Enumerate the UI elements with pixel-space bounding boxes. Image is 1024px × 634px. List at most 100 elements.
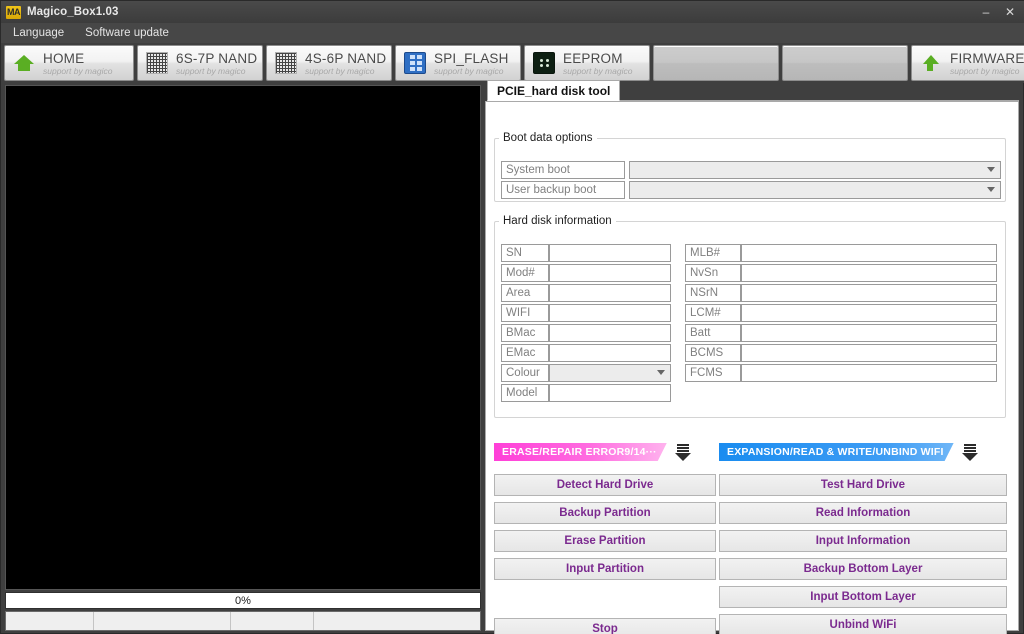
field-input-bmac[interactable]	[549, 324, 671, 342]
toolbar-button-title: EEPROM	[563, 50, 623, 66]
home-icon	[13, 52, 35, 74]
download-arrow-icon-left[interactable]	[673, 442, 693, 462]
field-input-sn[interactable]	[549, 244, 671, 262]
field-input-nvsn[interactable]	[741, 264, 997, 282]
field-input-mlb[interactable]	[741, 244, 997, 262]
toolbar-button-subtitle: support by magico	[176, 65, 246, 76]
field-input-model[interactable]	[549, 384, 671, 402]
field-row-sn: SN	[501, 244, 671, 262]
field-input-lcm[interactable]	[741, 304, 997, 322]
boot-data-options-legend: Boot data options	[503, 132, 593, 144]
detect-hard-drive-button[interactable]: Detect Hard Drive	[494, 474, 716, 496]
field-select-colour[interactable]	[549, 364, 671, 382]
backup-partition-button[interactable]: Backup Partition	[494, 502, 716, 524]
toolbar-button-title: 6S-7P NAND	[176, 50, 258, 66]
field-row-nsrn: NSrN	[685, 284, 997, 302]
toolbar-button-subtitle: support by magico	[563, 65, 633, 76]
toolbar-button-subtitle: support by magico	[305, 65, 375, 76]
toolbar-button-6s-7p-nand[interactable]: 6S-7P NAND support by magico	[137, 45, 263, 81]
field-label-emac: EMac	[501, 344, 549, 362]
field-label-nvsn: NvSn	[685, 264, 741, 282]
menu-software-update[interactable]: Software update	[76, 25, 178, 41]
nand-grid-icon	[275, 52, 297, 74]
status-cell-3	[231, 612, 314, 630]
field-input-emac[interactable]	[549, 344, 671, 362]
boot-data-options-group: Boot data options System boot User backup…	[494, 132, 1006, 202]
tab-strip: PCIE_hard disk tool	[485, 80, 1019, 102]
banner-erase-repair[interactable]: ERASE/REPAIR ERROR9/14···	[494, 443, 667, 461]
boot-row-user-backup-boot: User backup boot	[501, 181, 1001, 199]
status-cell-4	[314, 612, 480, 630]
up-arrow-icon	[920, 52, 942, 74]
field-input-area[interactable]	[549, 284, 671, 302]
toolbar-button-4s-6p-nand[interactable]: 4S-6P NAND support by magico	[266, 45, 392, 81]
field-input-batt[interactable]	[741, 324, 997, 342]
device-preview-area	[5, 85, 481, 590]
close-icon[interactable]: ✕	[999, 3, 1021, 21]
tab-strip-filler	[620, 81, 1019, 101]
app-logo-icon: MA	[6, 5, 21, 19]
toolbar-button-title: SPI_FLASH	[434, 50, 509, 66]
field-row-area: Area	[501, 284, 671, 302]
toolbar-button-eeprom[interactable]: EEPROM support by magico	[524, 45, 650, 81]
user-backup-boot-select[interactable]	[629, 181, 1001, 199]
field-input-nsrn[interactable]	[741, 284, 997, 302]
field-label-wifi: WIFI	[501, 304, 549, 322]
system-boot-select[interactable]	[629, 161, 1001, 179]
field-input-fcms[interactable]	[741, 364, 997, 382]
test-hard-drive-button[interactable]: Test Hard Drive	[719, 474, 1007, 496]
menu-bar: Language Software update	[1, 23, 1024, 43]
status-cell-2	[94, 612, 231, 630]
chip-dark-icon	[533, 52, 555, 74]
erase-partition-button[interactable]: Erase Partition	[494, 530, 716, 552]
input-information-button[interactable]: Input Information	[719, 530, 1007, 552]
field-row-nvsn: NvSn	[685, 264, 997, 282]
field-row-wifi: WIFI	[501, 304, 671, 322]
field-label-area: Area	[501, 284, 549, 302]
field-row-batt: Batt	[685, 324, 997, 342]
progress-bar-label: 0%	[235, 594, 251, 607]
field-row-emac: EMac	[501, 344, 671, 362]
chip-blue-icon	[404, 52, 426, 74]
field-label-sn: SN	[501, 244, 549, 262]
toolbar-button-firmware[interactable]: FIRMWARE support by magico	[911, 45, 1024, 81]
backup-bottom-layer-button[interactable]: Backup Bottom Layer	[719, 558, 1007, 580]
menu-language[interactable]: Language	[4, 25, 73, 41]
input-partition-button[interactable]: Input Partition	[494, 558, 716, 580]
toolbar-button-home[interactable]: HOME support by magico	[4, 45, 134, 81]
banner-erase-repair-row: ERASE/REPAIR ERROR9/14···	[494, 442, 693, 462]
field-label-colour: Colour	[501, 364, 549, 382]
field-label-lcm: LCM#	[685, 304, 741, 322]
field-row-fcms: FCMS	[685, 364, 997, 382]
read-information-button[interactable]: Read Information	[719, 502, 1007, 524]
progress-bar: 0%	[5, 592, 481, 609]
field-input-mod[interactable]	[549, 264, 671, 282]
banner-expansion-row: EXPANSION/READ & WRITE/UNBIND WIFI	[719, 442, 980, 462]
field-row-model: Model	[501, 384, 671, 402]
boot-row-system-boot: System boot	[501, 161, 1001, 179]
hard-disk-information-legend: Hard disk information	[503, 215, 612, 227]
hard-disk-information-group: Hard disk information SN Mod# Area WIFI BMac…	[494, 215, 1006, 418]
field-input-wifi[interactable]	[549, 304, 671, 322]
toolbar-button-empty-6[interactable]	[782, 45, 908, 81]
toolbar-button-subtitle: support by magico	[950, 65, 1020, 76]
field-input-bcms[interactable]	[741, 344, 997, 362]
download-arrow-icon-right[interactable]	[960, 442, 980, 462]
status-bar	[5, 611, 481, 631]
field-row-bcms: BCMS	[685, 344, 997, 362]
tab-pcie-hard-disk-tool[interactable]: PCIE_hard disk tool	[487, 80, 621, 101]
system-boot-label: System boot	[501, 161, 625, 179]
unbind-wifi-button[interactable]: Unbind WiFi	[719, 614, 1007, 634]
toolbar-button-empty-5[interactable]	[653, 45, 779, 81]
toolbar-button-title: HOME	[43, 50, 85, 66]
field-label-batt: Batt	[685, 324, 741, 342]
minimize-icon[interactable]: –	[975, 3, 997, 21]
field-label-bcms: BCMS	[685, 344, 741, 362]
title-bar: MA Magico_Box1.03 – ✕	[1, 1, 1024, 23]
toolbar-button-spi-flash[interactable]: SPI_FLASH support by magico	[395, 45, 521, 81]
input-bottom-layer-button[interactable]: Input Bottom Layer	[719, 586, 1007, 608]
field-label-mlb: MLB#	[685, 244, 741, 262]
banner-expansion[interactable]: EXPANSION/READ & WRITE/UNBIND WIFI	[719, 443, 954, 461]
toolbar-button-title: 4S-6P NAND	[305, 50, 387, 66]
stop-button[interactable]: Stop	[494, 618, 716, 634]
